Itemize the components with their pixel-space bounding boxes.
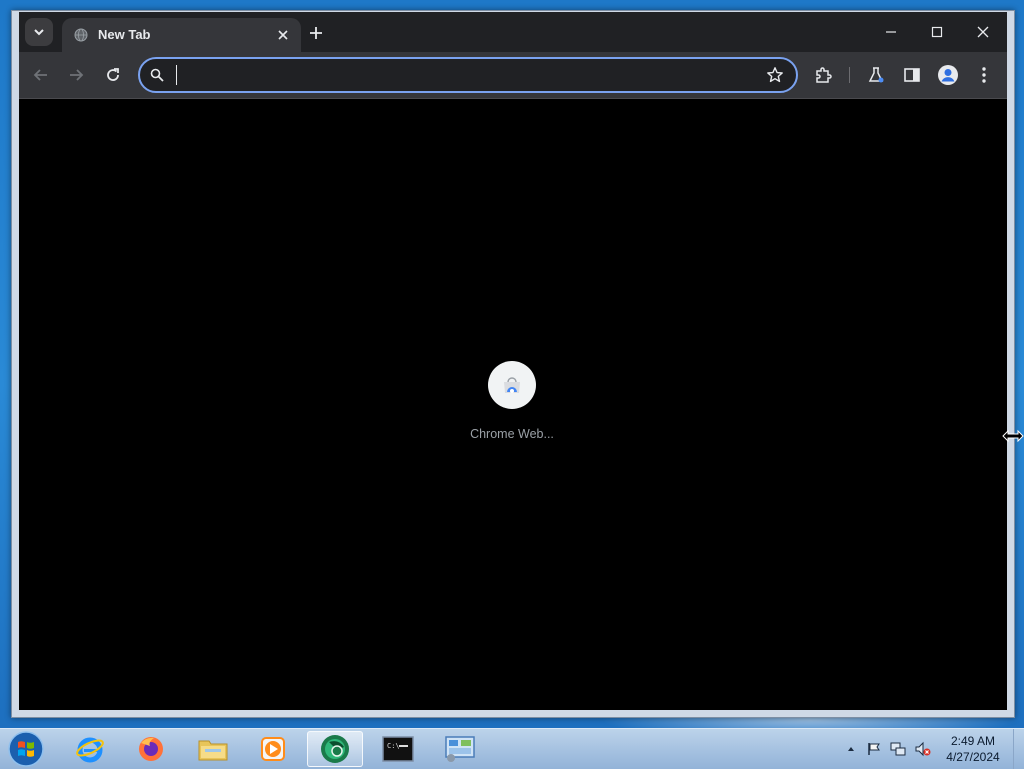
back-button[interactable] — [29, 63, 53, 87]
close-window-button[interactable] — [967, 18, 999, 46]
browser-toolbar — [19, 52, 1007, 99]
chrome-icon — [321, 735, 349, 763]
clock-date: 4/27/2024 — [946, 750, 1000, 764]
close-icon — [977, 26, 989, 38]
taskbar-app-internet-explorer[interactable] — [62, 731, 118, 767]
svg-text:C:\: C:\ — [387, 742, 400, 750]
show-hidden-icons-button[interactable] — [843, 741, 859, 757]
kebab-menu-icon — [982, 67, 986, 83]
volume-button[interactable] — [915, 741, 931, 757]
flag-icon — [868, 743, 880, 755]
clock-time: 2:49 AM — [950, 734, 996, 748]
taskbar-app-chrome[interactable] — [307, 731, 363, 767]
minimize-icon — [886, 31, 896, 33]
minimize-button[interactable] — [875, 18, 907, 46]
show-hidden-icon — [848, 747, 854, 751]
plus-icon — [310, 27, 322, 39]
shortcut-icon-circle — [488, 361, 536, 409]
tab-title: New Tab — [98, 27, 151, 42]
firefox-icon — [139, 737, 163, 761]
browser-menu-button[interactable] — [972, 63, 996, 87]
search-icon — [150, 68, 164, 82]
back-arrow-icon — [33, 69, 47, 81]
chrome-web-store-icon — [504, 377, 520, 393]
network-button[interactable] — [890, 741, 906, 757]
address-input[interactable] — [174, 64, 748, 88]
action-center-button[interactable] — [866, 741, 882, 757]
reload-button[interactable] — [101, 63, 125, 87]
address-bar[interactable] — [138, 57, 798, 93]
extensions-button[interactable] — [811, 63, 835, 87]
side-panel-button[interactable] — [900, 63, 924, 87]
tab-search-button[interactable] — [25, 18, 53, 46]
media-player-icon — [261, 737, 285, 761]
taskbar-app-command-prompt[interactable]: C:\ — [370, 731, 426, 767]
cmd-icon: C:\ — [382, 736, 414, 762]
new-tab-button[interactable] — [305, 22, 327, 44]
volume-muted-icon — [915, 741, 931, 757]
text-cursor — [176, 65, 177, 85]
shortcut-tile[interactable]: Chrome Web... — [459, 361, 563, 451]
tab-new-tab[interactable]: New Tab — [62, 18, 301, 52]
tab-close-button[interactable] — [275, 27, 291, 43]
profile-button[interactable] — [936, 63, 960, 87]
taskbar-app-firefox[interactable] — [123, 731, 179, 767]
control-panel-icon — [445, 736, 475, 762]
folder-icon — [198, 740, 228, 761]
windows-start-icon — [8, 731, 44, 767]
globe-icon — [74, 28, 88, 42]
chevron-down-icon — [34, 29, 44, 36]
shortcut-label: Chrome Web... — [470, 427, 554, 441]
labs-button[interactable] — [864, 63, 888, 87]
browser-window: New Tab Chrome Web... — [11, 10, 1015, 718]
reload-icon — [107, 68, 119, 81]
show-desktop-button[interactable] — [1013, 729, 1024, 769]
system-clock[interactable]: 2:49 AM 4/27/2024 — [940, 733, 1006, 765]
toolbar-divider — [849, 67, 850, 83]
maximize-icon — [931, 26, 943, 38]
tab-strip: New Tab — [19, 12, 1007, 52]
close-icon — [278, 30, 288, 40]
browser-frame: New Tab Chrome Web... — [19, 12, 1007, 710]
maximize-button[interactable] — [921, 18, 953, 46]
side-panel-icon — [904, 68, 920, 82]
flask-icon — [868, 67, 884, 83]
taskbar-app-file-explorer[interactable] — [185, 731, 241, 767]
taskbar: C:\ 2:49 AM 4/27/2024 — [0, 728, 1024, 769]
network-icon — [890, 742, 906, 756]
star-icon[interactable] — [766, 66, 784, 84]
avatar-icon — [938, 65, 958, 85]
forward-arrow-icon — [70, 69, 84, 81]
taskbar-app-media-player[interactable] — [245, 731, 301, 767]
forward-button[interactable] — [64, 63, 88, 87]
ie-icon — [76, 737, 104, 763]
resize-cursor-icon — [1002, 429, 1024, 443]
puzzle-icon — [816, 67, 832, 83]
new-tab-page: Chrome Web... — [19, 99, 1007, 710]
taskbar-app-control-panel[interactable] — [432, 731, 488, 767]
start-button[interactable] — [6, 730, 46, 768]
